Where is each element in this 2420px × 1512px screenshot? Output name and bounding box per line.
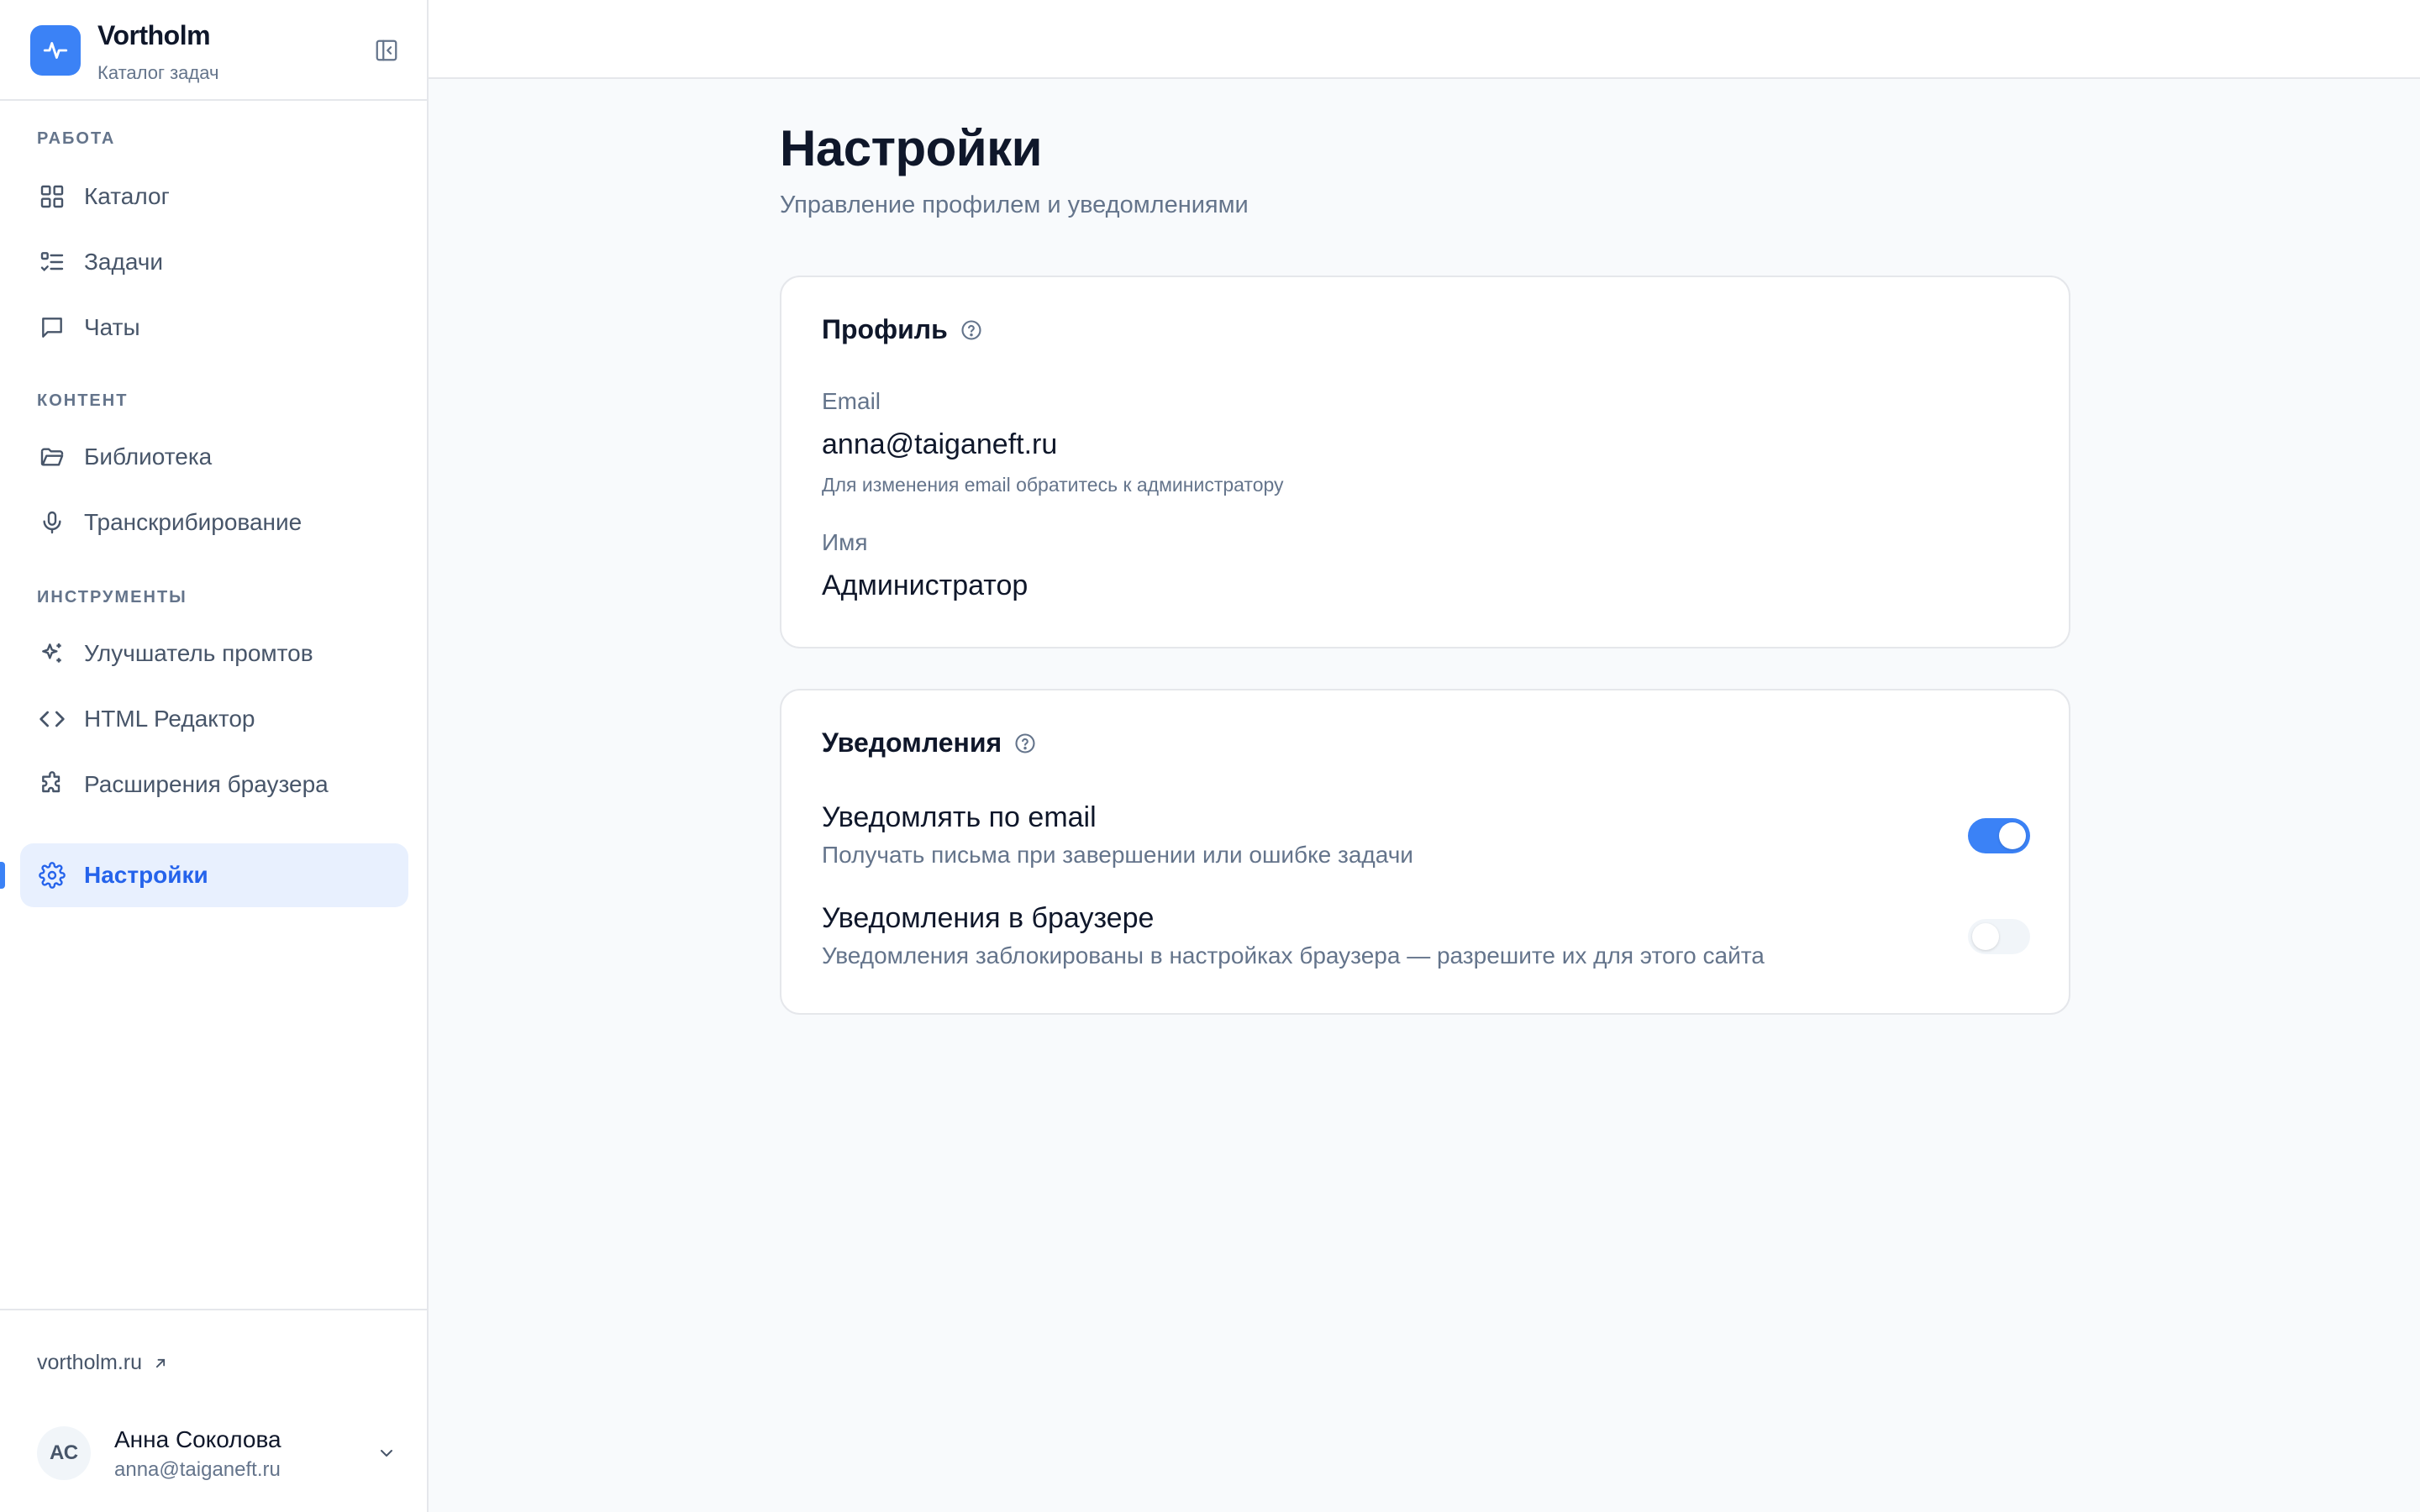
sidebar-item-catalog[interactable]: Каталог [20, 165, 408, 228]
section-title-content: КОНТЕНТ [37, 391, 129, 410]
page-subtitle: Управление профилем и уведомлениями [780, 192, 1249, 218]
gear-icon [37, 860, 67, 890]
sidebar-item-tasks[interactable]: Задачи [20, 230, 408, 294]
sidebar-footer: vortholm.ru АС Анна Соколова anna@taigan… [0, 1309, 427, 1512]
email-label: Email [822, 388, 881, 414]
email-notify-toggle[interactable] [1968, 818, 2030, 853]
folder-open-icon [37, 442, 67, 472]
sidebar-item-label: Каталог [84, 183, 170, 209]
name-label: Имя [822, 529, 868, 555]
notifications-card: Уведомления Уведомлять по email Получать… [780, 689, 2070, 1015]
chat-bubble-icon [37, 312, 67, 343]
sidebar-item-label: Расширения браузера [84, 771, 329, 797]
browser-notify-title: Уведомления в браузере [822, 902, 1155, 934]
notifications-title-text: Уведомления [822, 727, 1002, 758]
sidebar-item-label: Чаты [84, 314, 140, 340]
sidebar: Vortholm Каталог задач РАБОТА Каталог За… [0, 0, 429, 1512]
sidebar-item-label: Улучшатель промтов [84, 640, 313, 666]
sidebar-item-transcription[interactable]: Транскрибирование [20, 491, 408, 554]
profile-card: Профиль Email anna@taiganeft.ru Для изме… [780, 276, 2070, 648]
sidebar-item-label: Настройки [84, 862, 208, 888]
email-notify-description: Получать письма при завершении или ошибк… [822, 842, 1413, 868]
code-brackets-icon [37, 704, 67, 734]
sidebar-item-html-editor[interactable]: HTML Редактор [20, 687, 408, 751]
email-notify-title: Уведомлять по email [822, 801, 1097, 833]
user-name: Анна Соколова [114, 1426, 281, 1452]
browser-notify-toggle[interactable] [1968, 919, 2030, 954]
sidebar-item-browser-extensions[interactable]: Расширения браузера [20, 753, 408, 816]
sidebar-item-label: Транскрибирование [84, 509, 302, 535]
sidebar-item-prompt-enhancer[interactable]: Улучшатель промтов [20, 622, 408, 685]
help-circle-icon[interactable] [1013, 732, 1037, 755]
microphone-icon [37, 507, 67, 538]
sidebar-item-settings[interactable]: Настройки [20, 843, 408, 907]
sidebar-item-label: Библиотека [84, 444, 213, 470]
sparkles-icon [37, 638, 67, 669]
external-site-label: vortholm.ru [37, 1351, 143, 1374]
chevron-down-icon [375, 1441, 398, 1465]
brand-header: Vortholm Каталог задач [0, 0, 427, 101]
user-email: anna@taiganeft.ru [114, 1458, 281, 1481]
puzzle-icon [37, 769, 67, 800]
email-value: anna@taiganeft.ru [822, 428, 1058, 460]
email-hint: Для изменения email обратитесь к админис… [822, 474, 1284, 496]
grid-icon [37, 181, 67, 212]
avatar: АС [37, 1426, 91, 1480]
user-menu[interactable]: АС Анна Соколова anna@taiganeft.ru [37, 1420, 398, 1487]
pulse-logo-icon [30, 25, 81, 76]
sidebar-item-library[interactable]: Библиотека [20, 425, 408, 489]
top-bar [429, 0, 2420, 79]
browser-notify-description: Уведомления заблокированы в настройках б… [822, 942, 1765, 969]
active-indicator [0, 862, 5, 889]
profile-card-title: Профиль [822, 314, 983, 345]
sidebar-item-chats[interactable]: Чаты [20, 296, 408, 360]
sidebar-item-label: Задачи [84, 249, 164, 275]
notifications-card-title: Уведомления [822, 727, 1037, 759]
arrow-up-right-icon [152, 1355, 169, 1372]
list-checks-icon [37, 247, 67, 277]
page-title: Настройки [780, 120, 1043, 176]
sidebar-item-label: HTML Редактор [84, 706, 255, 732]
external-site-link[interactable]: vortholm.ru [37, 1351, 169, 1375]
toggle-knob [1999, 822, 2026, 849]
profile-title-text: Профиль [822, 314, 948, 344]
toggle-knob [1972, 923, 1999, 950]
section-title-tools: ИНСТРУМЕНТЫ [37, 588, 187, 606]
sidebar-collapse-icon[interactable] [373, 37, 400, 64]
section-title-work: РАБОТА [37, 129, 116, 148]
brand-name: Vortholm [97, 20, 211, 50]
brand-subtitle: Каталог задач [97, 62, 219, 83]
help-circle-icon[interactable] [960, 318, 983, 342]
name-value: Администратор [822, 570, 1028, 601]
